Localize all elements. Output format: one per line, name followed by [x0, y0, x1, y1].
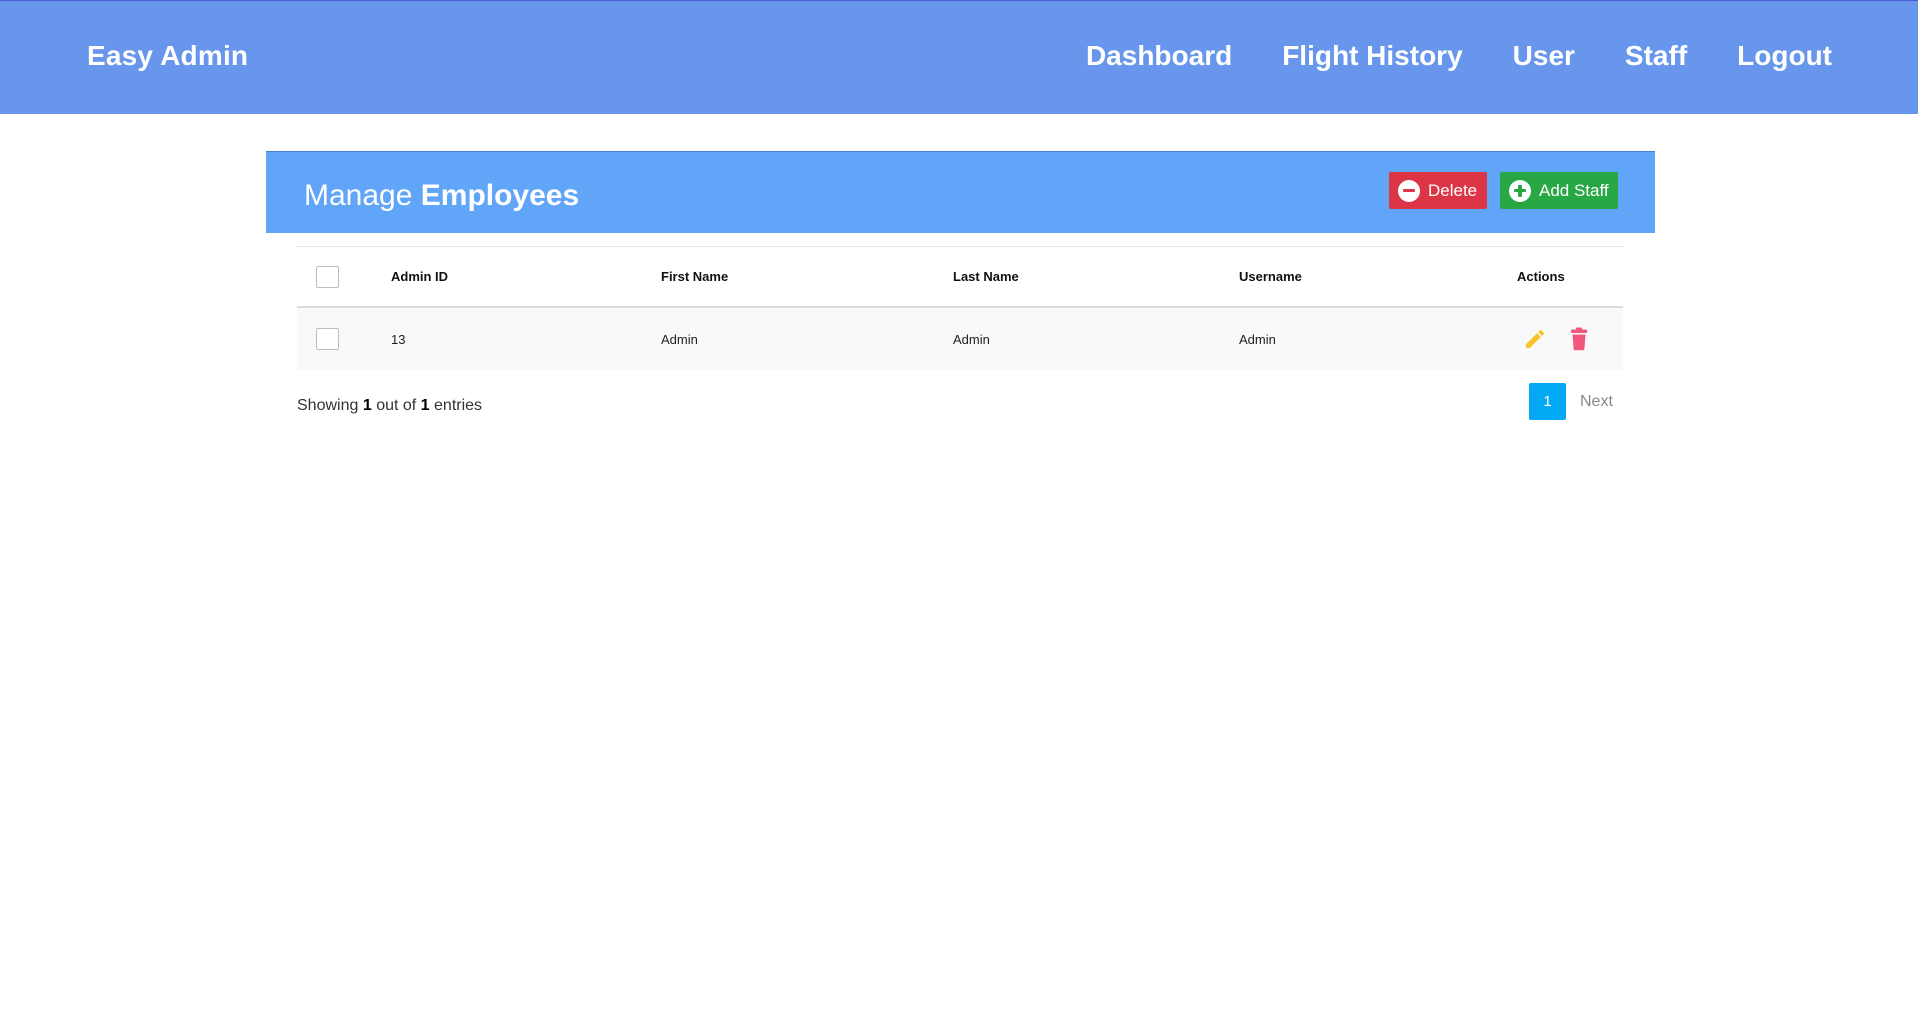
edit-button[interactable]: [1522, 326, 1548, 352]
nav-user[interactable]: User: [1513, 40, 1575, 72]
delete-button-label: Delete: [1428, 180, 1478, 200]
cell-last-name: Admin: [953, 331, 990, 347]
delete-row-button[interactable]: [1566, 326, 1592, 352]
nav-dashboard[interactable]: Dashboard: [1086, 40, 1232, 72]
table-header-row: Admin ID First Name Last Name Username A…: [297, 247, 1623, 308]
pencil-icon: [1526, 329, 1545, 348]
table-row: 13 Admin Admin Admin: [297, 308, 1623, 370]
plus-circle-icon: [1509, 179, 1531, 202]
top-navbar: Easy Admin Dashboard Flight History User…: [0, 0, 1918, 114]
cell-first-name: Admin: [661, 331, 698, 347]
add-staff-button[interactable]: Add Staff: [1500, 172, 1618, 209]
select-all-checkbox[interactable]: [316, 265, 339, 288]
page-title-bold: Employees: [420, 179, 580, 212]
header-admin-id[interactable]: Admin ID: [391, 247, 448, 306]
brand-logo[interactable]: Easy Admin: [87, 40, 248, 72]
entries-shown: 1: [362, 397, 372, 414]
header-actions: Actions: [1517, 269, 1565, 284]
manage-employees-header: Manage Employees Delete Add Staff: [266, 151, 1655, 233]
nav-flight-history[interactable]: Flight History: [1282, 40, 1462, 72]
nav-staff[interactable]: Staff: [1625, 40, 1687, 72]
minus-circle-icon: [1398, 179, 1420, 202]
page-title-light: Manage: [304, 179, 413, 212]
cell-username: Admin: [1239, 331, 1276, 347]
add-staff-button-label: Add Staff: [1539, 180, 1609, 200]
row-checkbox[interactable]: [316, 328, 339, 350]
row-actions: [1522, 308, 1610, 370]
entries-total: 1: [420, 397, 430, 414]
page-title: Manage Employees: [304, 179, 579, 213]
delete-button[interactable]: Delete: [1389, 172, 1487, 209]
pagination: 1 Next: [1529, 383, 1613, 420]
cell-admin-id: 13: [391, 331, 406, 347]
nav-logout[interactable]: Logout: [1737, 40, 1832, 72]
page-1-button[interactable]: 1: [1529, 383, 1566, 420]
entries-info: Showing 1 out of 1 entries: [297, 397, 483, 414]
next-page-link[interactable]: Next: [1580, 393, 1613, 411]
employees-table: Admin ID First Name Last Name Username A…: [297, 246, 1623, 370]
trash-icon: [1571, 327, 1587, 351]
header-username[interactable]: Username: [1239, 247, 1302, 306]
header-last-name[interactable]: Last Name: [953, 247, 1019, 306]
header-first-name[interactable]: First Name: [661, 247, 728, 306]
nav-links: Dashboard Flight History User Staff Logo…: [1086, 40, 1832, 72]
